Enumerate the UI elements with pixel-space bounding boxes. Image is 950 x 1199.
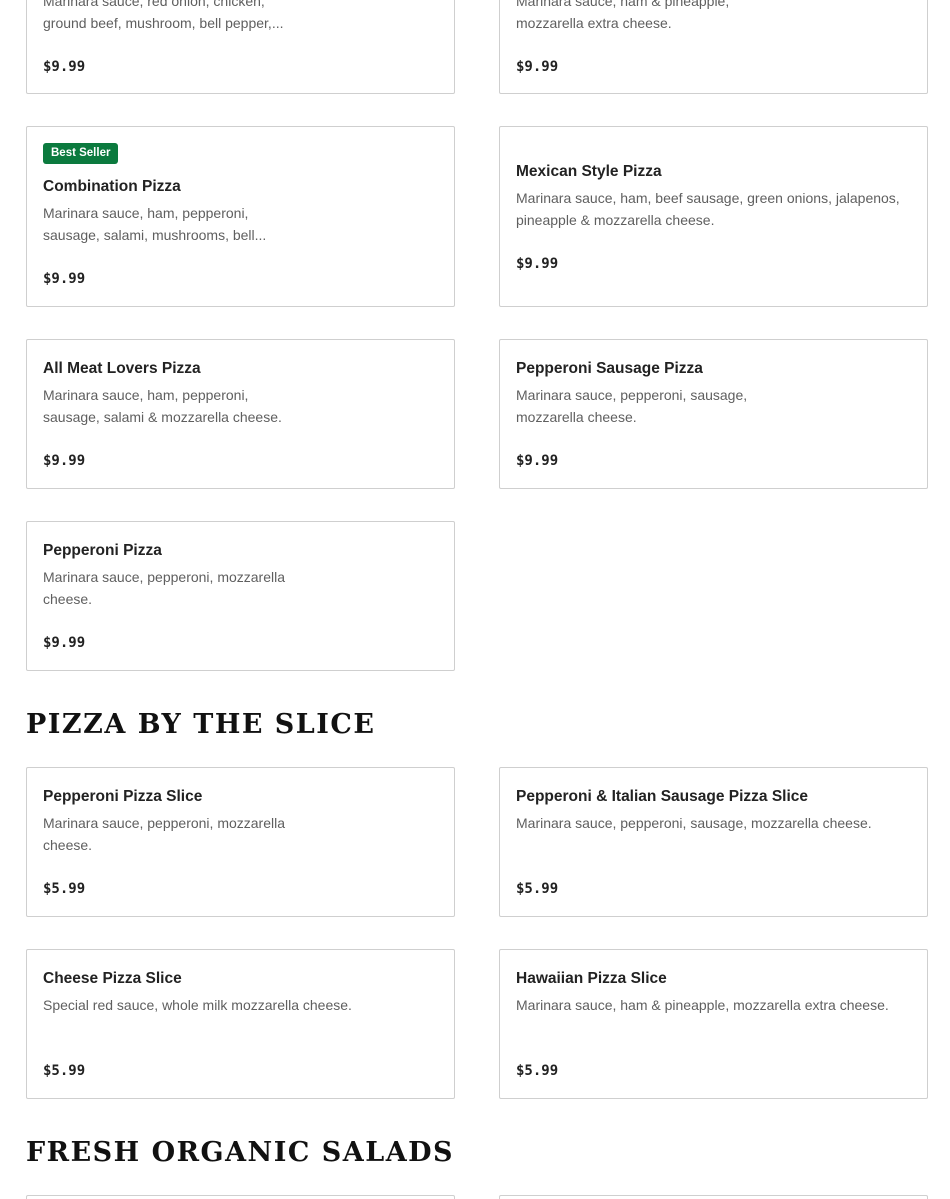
item-description-line: sausage, salami & mozzarella cheese. (43, 409, 282, 425)
menu-item-card[interactable]: Pepperoni Pizza Marinara sauce, pepperon… (26, 521, 455, 671)
item-description: Marinara sauce, pepperoni, mozzarella ch… (43, 812, 438, 856)
menu-item-card[interactable]: Marinara sauce, red onion, chicken, grou… (26, 0, 455, 94)
section-title-fresh-organic-salads: FRESH ORGANIC SALADS (26, 1137, 455, 1168)
item-description-line: mozzarella cheese. (516, 409, 637, 425)
item-price: $5.99 (43, 881, 86, 897)
item-name: Pepperoni Pizza (43, 542, 162, 559)
item-price: $9.99 (43, 271, 86, 287)
item-description-line: Marinara sauce, ham & pineapple, (516, 0, 730, 9)
item-description-line: cheese. (43, 837, 93, 853)
item-description-line: Marinara sauce, ham & pineapple, mozzare… (516, 997, 889, 1013)
menu-item-card[interactable]: All Meat Lovers Pizza Marinara sauce, ha… (26, 339, 455, 489)
item-description: Marinara sauce, pepperoni, sausage, mozz… (516, 384, 911, 428)
item-name: Cheese Pizza Slice (43, 970, 182, 987)
menu-item-card[interactable]: Marinara sauce, ham & pineapple, mozzare… (499, 0, 928, 94)
item-name: Hawaiian Pizza Slice (516, 970, 667, 987)
item-description-line: Special red sauce, whole milk mozzarella… (43, 997, 352, 1013)
item-description: Marinara sauce, ham, beef sausage, green… (516, 187, 911, 231)
item-description-line: Marinara sauce, ham, pepperoni, (43, 205, 249, 221)
item-price: $5.99 (516, 881, 559, 897)
item-description-line: mozzarella extra cheese. (516, 15, 672, 31)
item-name: All Meat Lovers Pizza (43, 360, 201, 377)
menu-item-card[interactable]: Mexican Style Pizza Marinara sauce, ham,… (499, 126, 928, 307)
menu-page: Marinara sauce, red onion, chicken, grou… (0, 0, 950, 1199)
item-description: Marinara sauce, ham & pineapple, mozzare… (516, 994, 911, 1016)
item-description-line: Marinara sauce, ham, pepperoni, (43, 387, 249, 403)
item-description-line: cheese. (43, 591, 93, 607)
menu-item-card[interactable] (499, 1195, 928, 1199)
best-seller-badge: Best Seller (43, 143, 119, 164)
item-description: Marinara sauce, ham, pepperoni, sausage,… (43, 202, 438, 246)
item-description-line: sausage, salami, mushrooms, bell... (43, 227, 267, 243)
item-price: $9.99 (516, 59, 559, 75)
menu-item-card[interactable]: Pepperoni & Italian Sausage Pizza Slice … (499, 767, 928, 917)
item-description-line: Marinara sauce, pepperoni, sausage, mozz… (516, 815, 872, 831)
item-description: Marinara sauce, red onion, chicken, grou… (43, 0, 438, 34)
item-description-line: Marinara sauce, red onion, chicken, (43, 0, 265, 9)
item-description: Marinara sauce, pepperoni, sausage, mozz… (516, 812, 911, 834)
menu-item-card[interactable] (26, 1195, 455, 1199)
item-price: $5.99 (516, 1063, 559, 1079)
item-price: $9.99 (43, 59, 86, 75)
menu-item-card[interactable]: Cheese Pizza Slice Special red sauce, wh… (26, 949, 455, 1099)
item-description-line: ground beef, mushroom, bell pepper,... (43, 15, 284, 31)
menu-item-card[interactable]: Pepperoni Pizza Slice Marinara sauce, pe… (26, 767, 455, 917)
menu-item-card[interactable]: Best Seller Combination Pizza Marinara s… (26, 126, 455, 307)
item-price: $5.99 (43, 1063, 86, 1079)
item-description-line: Marinara sauce, pepperoni, sausage, (516, 387, 748, 403)
item-name: Combination Pizza (43, 178, 181, 195)
item-name: Pepperoni Pizza Slice (43, 788, 203, 805)
item-description: Marinara sauce, pepperoni, mozzarella ch… (43, 566, 438, 610)
item-price: $9.99 (516, 256, 559, 272)
item-description: Marinara sauce, ham & pineapple, mozzare… (516, 0, 911, 34)
menu-item-card[interactable]: Hawaiian Pizza Slice Marinara sauce, ham… (499, 949, 928, 1099)
item-description-line: Marinara sauce, pepperoni, mozzarella (43, 815, 286, 831)
item-price: $9.99 (43, 453, 86, 469)
item-description: Special red sauce, whole milk mozzarella… (43, 994, 438, 1016)
menu-item-card[interactable]: Pepperoni Sausage Pizza Marinara sauce, … (499, 339, 928, 489)
item-name: Pepperoni & Italian Sausage Pizza Slice (516, 788, 809, 805)
item-name: Mexican Style Pizza (516, 163, 662, 180)
item-price: $9.99 (516, 453, 559, 469)
item-description: Marinara sauce, ham, pepperoni, sausage,… (43, 384, 438, 428)
item-name: Pepperoni Sausage Pizza (516, 360, 703, 377)
item-description-line: pineapple & mozzarella cheese. (516, 212, 715, 228)
section-title-pizza-by-the-slice: PIZZA BY THE SLICE (26, 709, 376, 740)
item-description-line: Marinara sauce, pepperoni, mozzarella (43, 569, 286, 585)
item-description-line: Marinara sauce, ham, beef sausage, green… (516, 190, 900, 206)
item-price: $9.99 (43, 635, 86, 651)
